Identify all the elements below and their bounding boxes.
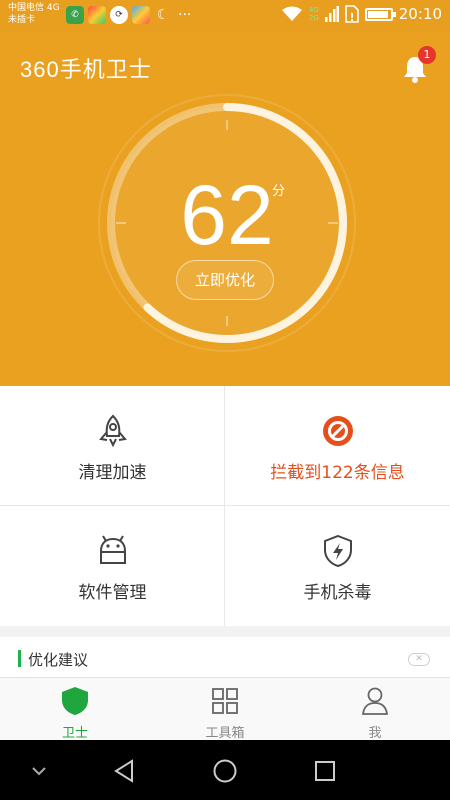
- android-icon: [100, 535, 126, 564]
- suggestion-section: 优化建议 ✕: [0, 637, 450, 677]
- clean-speedup-item[interactable]: 清理加速: [0, 386, 225, 506]
- notification-icons: ✆ ⟳ ☾ ···: [66, 6, 191, 24]
- carrier-info: 中国电信 4G 未插卡: [8, 2, 60, 26]
- overflow-icon: ···: [178, 7, 192, 23]
- recents-icon[interactable]: [310, 756, 340, 786]
- grid-divider: [224, 386, 225, 626]
- rocket-icon: [99, 414, 127, 448]
- shield-bolt-icon: [324, 534, 352, 568]
- optimize-button[interactable]: 立即优化: [176, 260, 274, 300]
- tab-guard[interactable]: 卫士: [0, 684, 150, 741]
- tab-label: 工具箱: [205, 726, 245, 741]
- photos-app-icon: [88, 6, 106, 24]
- system-nav-bar: [0, 740, 450, 800]
- photos-app-icon: [132, 6, 150, 24]
- app-title: 360手机卫士: [20, 57, 152, 82]
- feature-label: 软件管理: [78, 583, 147, 603]
- section-accent: [18, 650, 21, 667]
- score-unit: 分: [272, 184, 286, 199]
- network-4g-label: 4G: [308, 6, 319, 14]
- score-header: 360手机卫士 1 62 分 立即优化: [0, 32, 450, 386]
- status-bar: 中国电信 4G 未插卡 ✆ ⟳ ☾ ··· 4G 2G 20:10: [0, 0, 450, 32]
- suggestion-title: 优化建议: [28, 651, 89, 669]
- blocked-messages-item[interactable]: 拦截到122条信息: [225, 386, 450, 506]
- notification-button[interactable]: 1: [400, 46, 436, 84]
- signal-icon: [324, 6, 339, 22]
- feature-grid: 清理加速 拦截到122条信息 软件管理 手机杀毒: [0, 386, 450, 626]
- battery-icon: [364, 7, 396, 21]
- score-gauge: 62 分 立即优化: [96, 92, 358, 354]
- wifi-icon: [281, 6, 302, 21]
- person-icon: [361, 687, 389, 715]
- grid-divider: [0, 505, 450, 506]
- chevron-down-icon[interactable]: [24, 756, 54, 786]
- back-icon[interactable]: [110, 756, 140, 786]
- feature-label: 手机杀毒: [303, 583, 372, 603]
- score-value: 62: [180, 168, 274, 262]
- home-icon[interactable]: [210, 756, 240, 786]
- tab-label: 卫士: [61, 726, 88, 741]
- tab-toolbox[interactable]: 工具箱: [150, 684, 300, 741]
- feature-label: 拦截到122条信息: [270, 463, 405, 483]
- network-type-labels: 4G 2G: [309, 6, 319, 22]
- network-2g-label: 2G: [308, 14, 319, 22]
- notification-badge: 1: [418, 46, 436, 64]
- suggestion-close-button[interactable]: ✕: [408, 653, 430, 666]
- clock: 20:10: [398, 5, 442, 23]
- app-manager-item[interactable]: 软件管理: [0, 506, 225, 626]
- tab-bar: 卫士 工具箱 我: [0, 677, 450, 741]
- shield-icon: [62, 687, 88, 715]
- carrier-line1: 中国电信 4G: [8, 3, 60, 13]
- tab-label: 我: [368, 726, 382, 741]
- sim-icon: [344, 5, 359, 23]
- grid-icon: [212, 688, 238, 714]
- wifi-calling-app-icon: ✆: [66, 6, 84, 24]
- feature-label: 清理加速: [78, 463, 147, 483]
- sync-app-icon: ⟳: [110, 6, 128, 24]
- status-indicators: 4G 2G 20:10: [281, 5, 442, 23]
- weather-app-icon: ☾: [156, 7, 170, 23]
- block-icon: [323, 416, 353, 446]
- battery-level: [367, 10, 388, 18]
- tab-me[interactable]: 我: [300, 684, 450, 741]
- carrier-line2: 未插卡: [8, 15, 36, 25]
- antivirus-item[interactable]: 手机杀毒: [225, 506, 450, 626]
